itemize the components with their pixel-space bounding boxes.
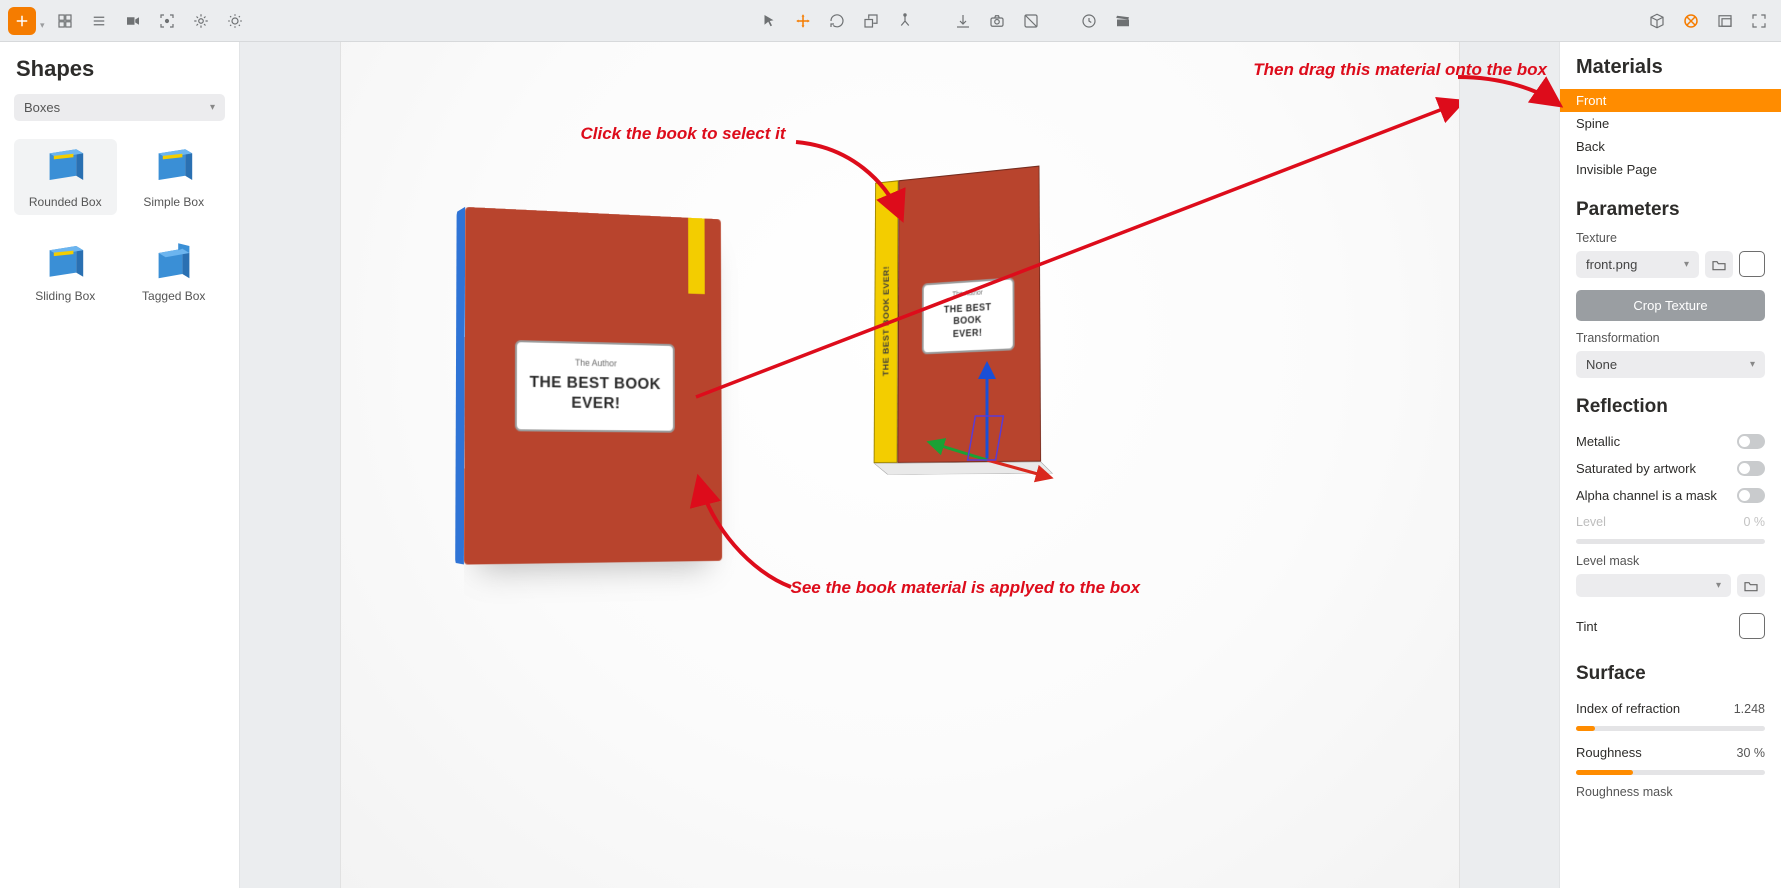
- texture-value: front.png: [1586, 257, 1637, 272]
- shapes-panel: Shapes Boxes ▾ Rounded Box: [0, 42, 240, 888]
- top-toolbar: ▾: [0, 0, 1781, 42]
- grid-icon[interactable]: [51, 7, 79, 35]
- material-item-front[interactable]: Front: [1560, 89, 1781, 112]
- chevron-down-icon: ▾: [1684, 259, 1689, 270]
- transformation-select[interactable]: None ▾: [1576, 351, 1765, 378]
- box-cover-label: The Author THE BEST BOOK EVER!: [921, 277, 1014, 355]
- folder-open-icon[interactable]: [1705, 251, 1733, 278]
- add-icon[interactable]: [8, 7, 36, 35]
- materials-panel-title: Materials: [1560, 42, 1781, 89]
- camera-icon[interactable]: [119, 7, 147, 35]
- texture-swatch[interactable]: [1739, 251, 1765, 277]
- metallic-label: Metallic: [1576, 434, 1620, 449]
- annotation-drag-material: Then drag this material onto the box: [1253, 60, 1547, 80]
- target-icon[interactable]: [1677, 7, 1705, 35]
- shape-item-tagged-box[interactable]: Tagged Box: [123, 233, 226, 309]
- level-label: Level: [1576, 515, 1606, 529]
- surface-title: Surface: [1576, 663, 1765, 685]
- materials-panel: Materials Front Spine Back Invisible Pag…: [1559, 42, 1781, 888]
- window-icon[interactable]: [1711, 7, 1739, 35]
- crop-texture-button[interactable]: Crop Texture: [1576, 290, 1765, 321]
- reflection-title: Reflection: [1576, 396, 1765, 418]
- shape-item-sliding-box[interactable]: Sliding Box: [14, 233, 117, 309]
- texture-select[interactable]: front.png ▾: [1576, 251, 1699, 278]
- scene-object-box[interactable]: THE BEST BOOK EVER! The Author THE BEST …: [861, 172, 1051, 472]
- rotate-icon[interactable]: [823, 7, 851, 35]
- fullscreen-icon[interactable]: [1745, 7, 1773, 35]
- toolbar-group-right: [1643, 7, 1773, 35]
- mask-icon[interactable]: [1017, 7, 1045, 35]
- material-item-invisible-page[interactable]: Invisible Page: [1560, 158, 1781, 181]
- ior-value: 1.248: [1734, 702, 1765, 716]
- level-slider[interactable]: [1576, 539, 1765, 544]
- roughness-value: 30 %: [1737, 746, 1766, 760]
- toolbar-group-left: ▾: [8, 7, 249, 35]
- material-item-spine[interactable]: Spine: [1560, 112, 1781, 135]
- chevron-down-icon: ▾: [1716, 580, 1721, 591]
- cube-icon[interactable]: [1643, 7, 1671, 35]
- tint-swatch[interactable]: [1739, 613, 1765, 639]
- transformation-label: Transformation: [1576, 331, 1765, 345]
- metallic-toggle[interactable]: [1737, 434, 1765, 449]
- shape-item-rounded-box[interactable]: Rounded Box: [14, 139, 117, 215]
- move-tool-icon[interactable]: [789, 7, 817, 35]
- ior-slider[interactable]: [1576, 726, 1765, 731]
- scene-object-book[interactable]: The Author THE BEST BOOK EVER!: [461, 212, 731, 562]
- level-mask-select[interactable]: ▾: [1576, 574, 1731, 597]
- alpha-mask-label: Alpha channel is a mask: [1576, 488, 1717, 503]
- toolbar-group-center: [755, 7, 1137, 35]
- alpha-mask-toggle[interactable]: [1737, 488, 1765, 503]
- folder-open-icon[interactable]: [1737, 574, 1765, 597]
- viewport-stage[interactable]: The Author THE BEST BOOK EVER! THE BEST …: [340, 42, 1460, 888]
- roughness-label: Roughness: [1576, 745, 1642, 760]
- tint-label: Tint: [1576, 619, 1597, 634]
- texture-label: Texture: [1576, 231, 1765, 245]
- align-bottom-icon[interactable]: [949, 7, 977, 35]
- camera-settings-icon[interactable]: [983, 7, 1011, 35]
- parameters-title: Parameters: [1576, 199, 1765, 221]
- clock-icon[interactable]: [1075, 7, 1103, 35]
- book-author: The Author: [526, 357, 663, 370]
- chevron-down-icon: ▾: [210, 102, 215, 113]
- pointer-icon[interactable]: [755, 7, 783, 35]
- materials-list: Front Spine Back Invisible Page: [1560, 89, 1781, 181]
- saturated-label: Saturated by artwork: [1576, 461, 1696, 476]
- saturated-toggle[interactable]: [1737, 461, 1765, 476]
- gear-icon[interactable]: [187, 7, 215, 35]
- list-icon[interactable]: [85, 7, 113, 35]
- clapper-icon[interactable]: [1109, 7, 1137, 35]
- shapes-panel-title: Shapes: [16, 56, 225, 82]
- material-item-back[interactable]: Back: [1560, 135, 1781, 158]
- ior-label: Index of refraction: [1576, 701, 1680, 716]
- pivot-icon[interactable]: [891, 7, 919, 35]
- scale-icon[interactable]: [857, 7, 885, 35]
- shape-item-simple-box[interactable]: Simple Box: [123, 139, 226, 215]
- annotation-select-book: Click the book to select it: [581, 124, 786, 144]
- chevron-down-icon: ▾: [1750, 359, 1755, 370]
- shape-category-select[interactable]: Boxes ▾: [14, 94, 225, 121]
- level-mask-label: Level mask: [1576, 554, 1765, 568]
- shape-item-label: Tagged Box: [142, 289, 205, 303]
- roughness-mask-label: Roughness mask: [1576, 785, 1765, 799]
- level-value: 0 %: [1743, 515, 1765, 529]
- book-title-line1: THE BEST BOOK: [529, 374, 660, 393]
- viewport[interactable]: The Author THE BEST BOOK EVER! THE BEST …: [240, 42, 1559, 888]
- book-title-line2: EVER!: [571, 395, 620, 413]
- shape-category-value: Boxes: [24, 100, 60, 115]
- book-cover-label: The Author THE BEST BOOK EVER!: [514, 340, 674, 433]
- roughness-slider[interactable]: [1576, 770, 1765, 775]
- transformation-value: None: [1586, 357, 1617, 372]
- chevron-down-icon: ▾: [40, 20, 45, 35]
- annotation-material-applied: See the book material is applyed to the …: [791, 578, 1141, 598]
- shape-grid: Rounded Box Simple Box: [14, 139, 225, 309]
- shape-item-label: Sliding Box: [35, 289, 95, 303]
- sun-icon[interactable]: [221, 7, 249, 35]
- book-spine-text: THE BEST BOOK EVER!: [881, 266, 890, 377]
- focus-icon[interactable]: [153, 7, 181, 35]
- shape-item-label: Simple Box: [143, 195, 204, 209]
- shape-item-label: Rounded Box: [29, 195, 102, 209]
